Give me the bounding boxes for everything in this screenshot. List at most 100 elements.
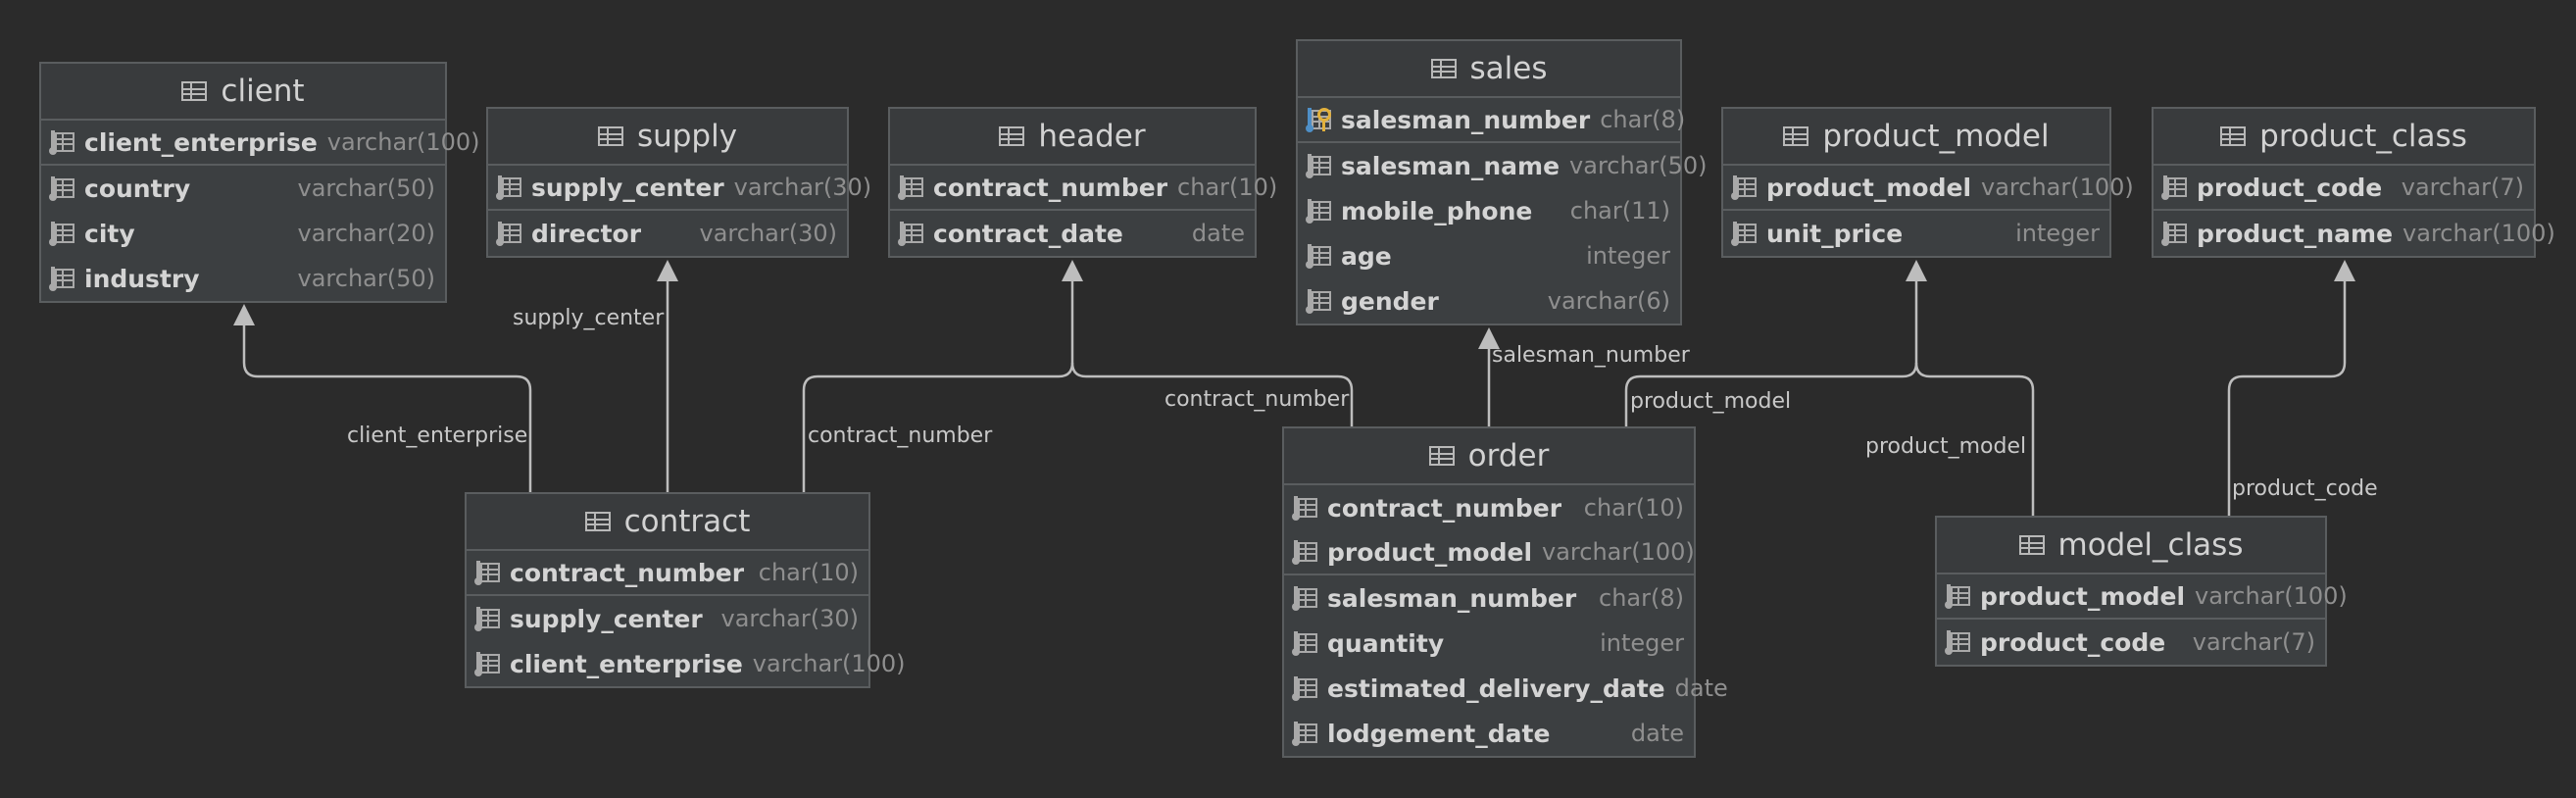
table-name: model_class xyxy=(2057,527,2244,563)
column-name: age xyxy=(1341,241,1392,271)
column-type: date xyxy=(1674,674,1728,702)
table-header[interactable]: product_class xyxy=(2154,109,2534,166)
table-name: client xyxy=(221,74,305,109)
table-header[interactable]: product_model xyxy=(1723,109,2109,166)
column-type: varchar(20) xyxy=(297,220,436,247)
table-name: supply xyxy=(636,119,738,154)
column-row[interactable]: industry varchar(50) xyxy=(41,256,445,301)
column-row[interactable]: country varchar(50) xyxy=(41,166,445,211)
column-name: estimated_delivery_date xyxy=(1327,673,1665,703)
arrow-head-header xyxy=(1062,260,1083,281)
table-supply[interactable]: supply supply_center varchar(30) directo… xyxy=(486,107,871,258)
column-type: varchar(100) xyxy=(326,128,480,156)
table-header[interactable]: supply xyxy=(488,109,847,166)
column-type: char(11) xyxy=(1569,197,1670,224)
column-row[interactable]: lodgement_date date xyxy=(1284,711,1694,756)
relation-line-contract-client xyxy=(242,324,532,492)
column-type: varchar(100) xyxy=(2195,582,2348,610)
column-row[interactable]: city varchar(20) xyxy=(41,211,445,256)
column-type: varchar(50) xyxy=(1569,152,1708,179)
column-row[interactable]: product_model varchar(100) xyxy=(1284,530,1695,575)
relation-label-salesman-number: salesman_number xyxy=(1492,343,1690,368)
table-contract[interactable]: contract contract_number char(10) supply… xyxy=(465,492,906,688)
column-row[interactable]: age integer xyxy=(1298,233,1680,278)
column-icon xyxy=(49,222,76,246)
table-header[interactable]: sales xyxy=(1298,41,1680,98)
table-name: sales xyxy=(1469,51,1548,86)
column-name: industry xyxy=(84,264,200,293)
column-row[interactable]: contract_date date xyxy=(890,211,1255,256)
column-row[interactable]: product_name varchar(100) xyxy=(2154,211,2555,256)
column-icon xyxy=(49,176,76,201)
table-name: contract xyxy=(623,504,751,539)
column-icon xyxy=(1306,244,1333,269)
column-name: product_code xyxy=(1980,627,2166,657)
column-name: quantity xyxy=(1327,628,1445,658)
table-product-class[interactable]: product_class product_code varchar(7) pr… xyxy=(2152,107,2555,258)
relation-label-product-code: product_code xyxy=(2232,476,2378,501)
column-type: varchar(7) xyxy=(2192,628,2315,656)
column-name: contract_number xyxy=(510,558,745,587)
column-type: integer xyxy=(1586,242,1670,270)
column-icon xyxy=(496,222,523,246)
column-name: product_model xyxy=(1766,173,1972,202)
column-type: char(8) xyxy=(1600,106,1686,133)
column-type: varchar(100) xyxy=(1542,538,1695,566)
table-icon xyxy=(2018,535,2045,555)
table-model-class[interactable]: model_class product_model varchar(100) p… xyxy=(1935,516,2348,667)
column-row[interactable]: product_model varchar(100) xyxy=(1723,166,2134,211)
table-header[interactable]: header xyxy=(890,109,1255,166)
column-name: supply_center xyxy=(510,604,703,633)
column-icon xyxy=(1306,154,1333,178)
table-header[interactable]: contract xyxy=(467,494,868,551)
table-sales[interactable]: sales salesman_number char(8) salesman_n… xyxy=(1296,39,1708,325)
column-icon xyxy=(496,175,523,200)
column-row[interactable]: salesman_number char(8) xyxy=(1298,98,1685,143)
column-row[interactable]: supply_center varchar(30) xyxy=(488,166,871,211)
table-header-entity[interactable]: header contract_number char(10) contract… xyxy=(888,107,1277,258)
table-header[interactable]: order xyxy=(1284,428,1694,485)
column-type: char(10) xyxy=(1583,494,1684,522)
column-row[interactable]: product_model varchar(100) xyxy=(1937,574,2348,620)
table-header[interactable]: model_class xyxy=(1937,518,2325,574)
column-row[interactable]: estimated_delivery_date date xyxy=(1284,666,1728,711)
column-name: product_code xyxy=(2197,173,2383,202)
column-icon xyxy=(1731,175,1759,200)
column-row[interactable]: unit_price integer xyxy=(1723,211,2109,256)
column-row[interactable]: quantity integer xyxy=(1284,621,1694,666)
table-icon xyxy=(597,126,623,146)
column-row[interactable]: supply_center varchar(30) xyxy=(467,596,868,641)
table-header[interactable]: client xyxy=(41,64,445,121)
table-name: product_model xyxy=(1822,119,2050,154)
column-icon xyxy=(1292,540,1319,565)
column-name: salesman_number xyxy=(1341,105,1591,134)
table-product-model[interactable]: product_model product_model varchar(100)… xyxy=(1721,107,2134,258)
column-row[interactable]: mobile_phone char(11) xyxy=(1298,188,1680,233)
arrow-head-product-class xyxy=(2334,260,2355,281)
column-icon xyxy=(1945,630,1972,655)
er-diagram-canvas: client_enterprise supply_center contract… xyxy=(0,0,2576,798)
table-order[interactable]: order contract_number char(10) product_m… xyxy=(1282,426,1728,758)
column-type: varchar(50) xyxy=(297,175,436,202)
column-type: varchar(30) xyxy=(699,220,838,247)
column-type: varchar(50) xyxy=(297,265,436,292)
column-row[interactable]: salesman_number char(8) xyxy=(1284,575,1694,621)
column-row[interactable]: director varchar(30) xyxy=(488,211,847,256)
column-name: city xyxy=(84,219,135,248)
column-row[interactable]: contract_number char(10) xyxy=(890,166,1277,211)
column-row[interactable]: client_enterprise varchar(100) xyxy=(41,121,480,166)
arrow-head-product-model xyxy=(1906,260,1927,281)
relation-label-contract-number: contract_number xyxy=(808,424,993,448)
column-icon xyxy=(1292,496,1319,521)
column-type: integer xyxy=(2015,220,2100,247)
column-icon xyxy=(1292,676,1319,701)
column-row[interactable]: product_code varchar(7) xyxy=(1937,620,2325,665)
column-row[interactable]: product_code varchar(7) xyxy=(2154,166,2534,211)
column-row[interactable]: contract_number char(10) xyxy=(1284,485,1694,530)
column-row[interactable]: contract_number char(10) xyxy=(467,551,868,596)
table-icon xyxy=(584,512,611,531)
column-row[interactable]: gender varchar(6) xyxy=(1298,278,1680,324)
column-row[interactable]: client_enterprise varchar(100) xyxy=(467,641,906,686)
column-row[interactable]: salesman_name varchar(50) xyxy=(1298,143,1708,188)
table-client[interactable]: client client_enterprise varchar(100) co… xyxy=(39,62,480,303)
